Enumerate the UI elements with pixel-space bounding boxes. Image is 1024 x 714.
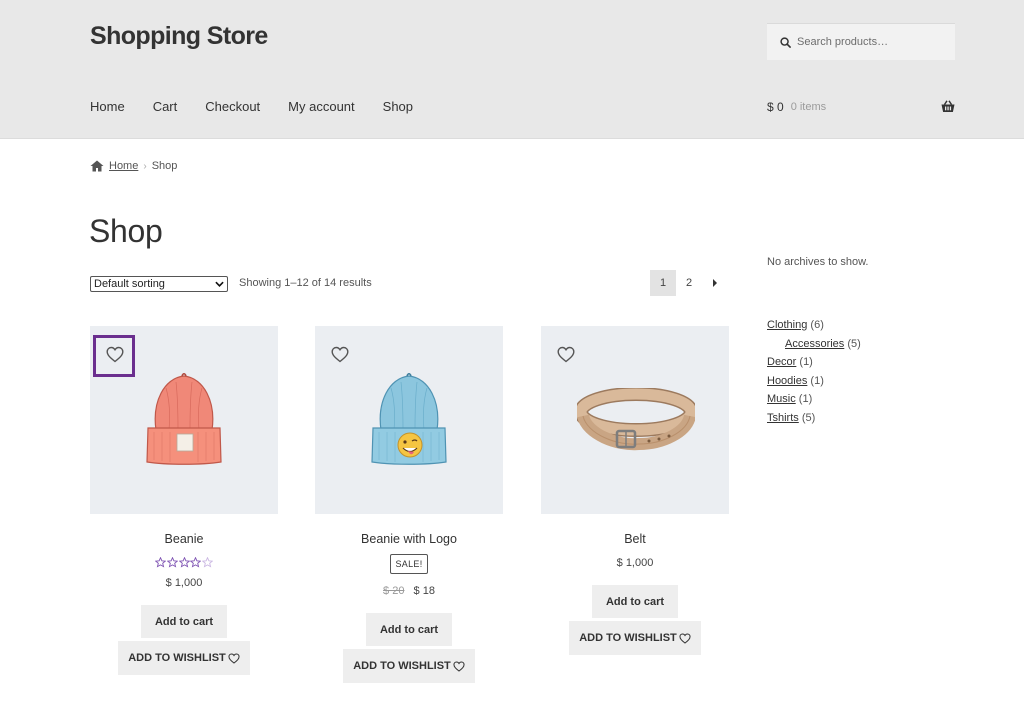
- nav-cart[interactable]: Cart: [153, 99, 178, 114]
- sorting-select[interactable]: Default sorting: [90, 276, 228, 292]
- beanie-logo-image: [371, 373, 447, 465]
- search-input[interactable]: [797, 36, 947, 48]
- nav-my-account[interactable]: My account: [288, 99, 354, 114]
- star-icon: [155, 557, 167, 568]
- category-item: Decor (1): [767, 353, 861, 372]
- add-to-cart-button[interactable]: Add to cart: [592, 585, 678, 618]
- product-price: $ 20 $ 18: [315, 585, 503, 597]
- star-empty-icon: [201, 557, 213, 568]
- rating-stars: [90, 557, 278, 568]
- nav-shop[interactable]: Shop: [383, 99, 413, 114]
- product-name[interactable]: Beanie with Logo: [315, 532, 503, 546]
- breadcrumb-separator-icon: ›: [143, 160, 147, 172]
- beanie-image: [146, 373, 222, 465]
- heart-icon[interactable]: [331, 346, 349, 363]
- add-to-wishlist-label: ADD TO WISHLIST: [128, 652, 226, 664]
- product-price: $ 1,000: [616, 557, 654, 569]
- add-to-cart-button[interactable]: Add to cart: [366, 613, 452, 646]
- category-count: (1): [798, 393, 813, 405]
- category-item: Music (1): [767, 390, 861, 409]
- product-price: $ 1,000: [165, 577, 203, 589]
- product-image[interactable]: [315, 326, 503, 514]
- sale-price: $ 18: [413, 585, 435, 597]
- category-count: (6): [810, 319, 824, 331]
- star-half-icon: [190, 557, 202, 568]
- next-page-icon[interactable]: [702, 270, 728, 296]
- primary-nav: Home Cart Checkout My account Shop: [90, 99, 441, 114]
- search-icon: [780, 36, 791, 48]
- cart-amount: $ 0: [767, 100, 784, 114]
- product-card-belt: Belt $ 1,000 Add to cart ADD TO WISHLIST: [541, 326, 729, 655]
- pagination: 1 2: [650, 270, 728, 296]
- basket-icon[interactable]: [941, 100, 955, 113]
- site-title[interactable]: Shopping Store: [90, 22, 268, 51]
- heart-icon: [679, 632, 691, 644]
- product-card-beanie-with-logo: Beanie with Logo SALE! $ 20 $ 18 Add to …: [315, 326, 503, 683]
- heart-icon: [453, 660, 465, 672]
- page-1: 1: [650, 270, 676, 296]
- category-list: Clothing (6) Accessories (5) Decor (1) H…: [767, 316, 861, 427]
- header-cart[interactable]: $ 0 0 items: [767, 100, 955, 114]
- home-icon: [90, 160, 104, 172]
- category-item: Clothing (6): [767, 316, 861, 335]
- wishlist-focus-outline: [93, 335, 135, 377]
- product-name[interactable]: Belt: [541, 532, 729, 546]
- product-image[interactable]: [541, 326, 729, 514]
- add-to-wishlist-label: ADD TO WISHLIST: [579, 632, 677, 644]
- nav-checkout[interactable]: Checkout: [205, 99, 260, 114]
- category-item: Accessories (5): [767, 335, 861, 354]
- heart-icon[interactable]: [557, 346, 575, 363]
- sorting-selected-value: Default sorting: [94, 278, 165, 290]
- chevron-down-icon: [215, 281, 224, 287]
- add-to-cart-button[interactable]: Add to cart: [141, 605, 227, 638]
- category-count: (1): [810, 374, 824, 387]
- category-item: Tshirts (5): [767, 409, 861, 428]
- site-header: Shopping Store Home Cart Checkout My acc…: [0, 0, 1024, 139]
- star-icon: [166, 557, 178, 568]
- category-link-tshirts[interactable]: Tshirts: [767, 412, 799, 424]
- category-count: (5): [801, 411, 816, 424]
- product-card-beanie: Beanie $ 1,000 Add to cart ADD TO WISHLI…: [90, 326, 278, 675]
- page-title: Shop: [89, 213, 163, 249]
- add-to-wishlist-label: ADD TO WISHLIST: [353, 660, 451, 672]
- breadcrumb-home-link[interactable]: Home: [109, 160, 138, 172]
- nav-home[interactable]: Home: [90, 99, 125, 114]
- search-box[interactable]: [767, 23, 955, 60]
- category-link-accessories[interactable]: Accessories: [785, 338, 844, 350]
- add-to-wishlist-button[interactable]: ADD TO WISHLIST: [118, 641, 250, 675]
- result-count: Showing 1–12 of 14 results: [239, 277, 372, 289]
- add-to-wishlist-button[interactable]: ADD TO WISHLIST: [343, 649, 475, 683]
- add-to-wishlist-button[interactable]: ADD TO WISHLIST: [569, 621, 701, 655]
- breadcrumb-current: Shop: [151, 160, 178, 172]
- old-price: $ 20: [383, 585, 405, 597]
- sale-badge: SALE!: [390, 554, 428, 574]
- heart-icon: [228, 652, 240, 664]
- belt-image: [577, 388, 695, 451]
- archives-empty-text: No archives to show.: [767, 256, 869, 268]
- category-link-clothing[interactable]: Clothing: [767, 319, 807, 331]
- star-icon: [178, 557, 190, 568]
- category-count: (1): [799, 356, 813, 368]
- category-link-hoodies[interactable]: Hoodies: [767, 375, 807, 387]
- category-link-music[interactable]: Music: [767, 393, 796, 405]
- page-2[interactable]: 2: [676, 270, 702, 296]
- breadcrumb: Home › Shop: [90, 160, 177, 172]
- category-item: Hoodies (1): [767, 372, 861, 391]
- product-name[interactable]: Beanie: [90, 532, 278, 546]
- category-link-decor[interactable]: Decor: [767, 356, 796, 368]
- cart-count: 0 items: [790, 101, 827, 113]
- category-count: (5): [847, 337, 861, 350]
